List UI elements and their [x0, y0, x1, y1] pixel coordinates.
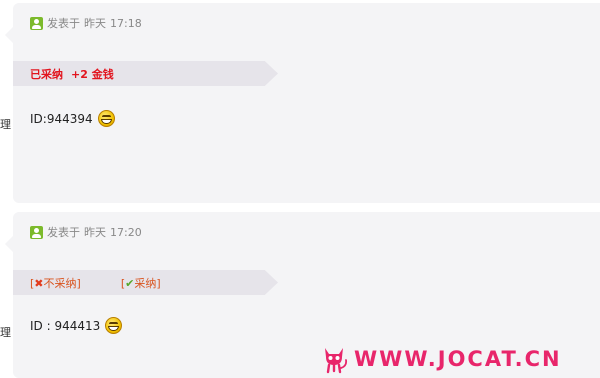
grin-emoji-icon [97, 110, 115, 127]
post-text: ID:944394 [30, 111, 93, 126]
bubble-arrow [5, 27, 13, 43]
reject-x-icon: ✖ [34, 276, 44, 290]
side-label: 理 [0, 326, 11, 339]
post-content: ID : 944413 [30, 317, 123, 334]
side-label: 理 [0, 118, 11, 131]
posted-time: 17:18 [110, 16, 142, 30]
posted-time: 17:20 [110, 225, 142, 239]
cat-logo-icon [325, 348, 348, 374]
accept-label: 采纳 [134, 276, 157, 290]
user-online-icon [30, 16, 43, 30]
reject-answer-button[interactable]: [✖不采纳] [30, 275, 81, 291]
posted-date: 昨天 [84, 17, 106, 30]
accept-status-band: 已采纳 +2 金钱 [13, 61, 278, 86]
accept-check-icon: ✔ [125, 276, 135, 290]
posted-prefix: 发表于 [47, 17, 80, 30]
grin-emoji-icon [105, 317, 123, 334]
accepted-label: 已采纳 [30, 67, 63, 81]
post-meta: 发表于 昨天 17:18 [30, 15, 142, 31]
reward-label: +2 金钱 [71, 67, 114, 81]
site-watermark: WWW.JOCAT.CN [320, 344, 595, 374]
post-text: ID : 944413 [30, 318, 101, 333]
accept-actions-band: [✖不采纳] [✔采纳] [13, 270, 278, 295]
bubble-arrow [5, 236, 13, 252]
reject-label: 不采纳 [43, 276, 77, 290]
posted-date: 昨天 [84, 226, 106, 239]
post-meta: 发表于 昨天 17:20 [30, 224, 142, 240]
posted-prefix: 发表于 [47, 226, 80, 239]
user-online-icon [30, 225, 43, 239]
post-card: 发表于 昨天 17:18 已采纳 +2 金钱 ID:944394 [5, 3, 600, 203]
accept-answer-button[interactable]: [✔采纳] [121, 275, 161, 291]
watermark-text: WWW.JOCAT.CN [354, 347, 562, 371]
post-content: ID:944394 [30, 110, 115, 127]
